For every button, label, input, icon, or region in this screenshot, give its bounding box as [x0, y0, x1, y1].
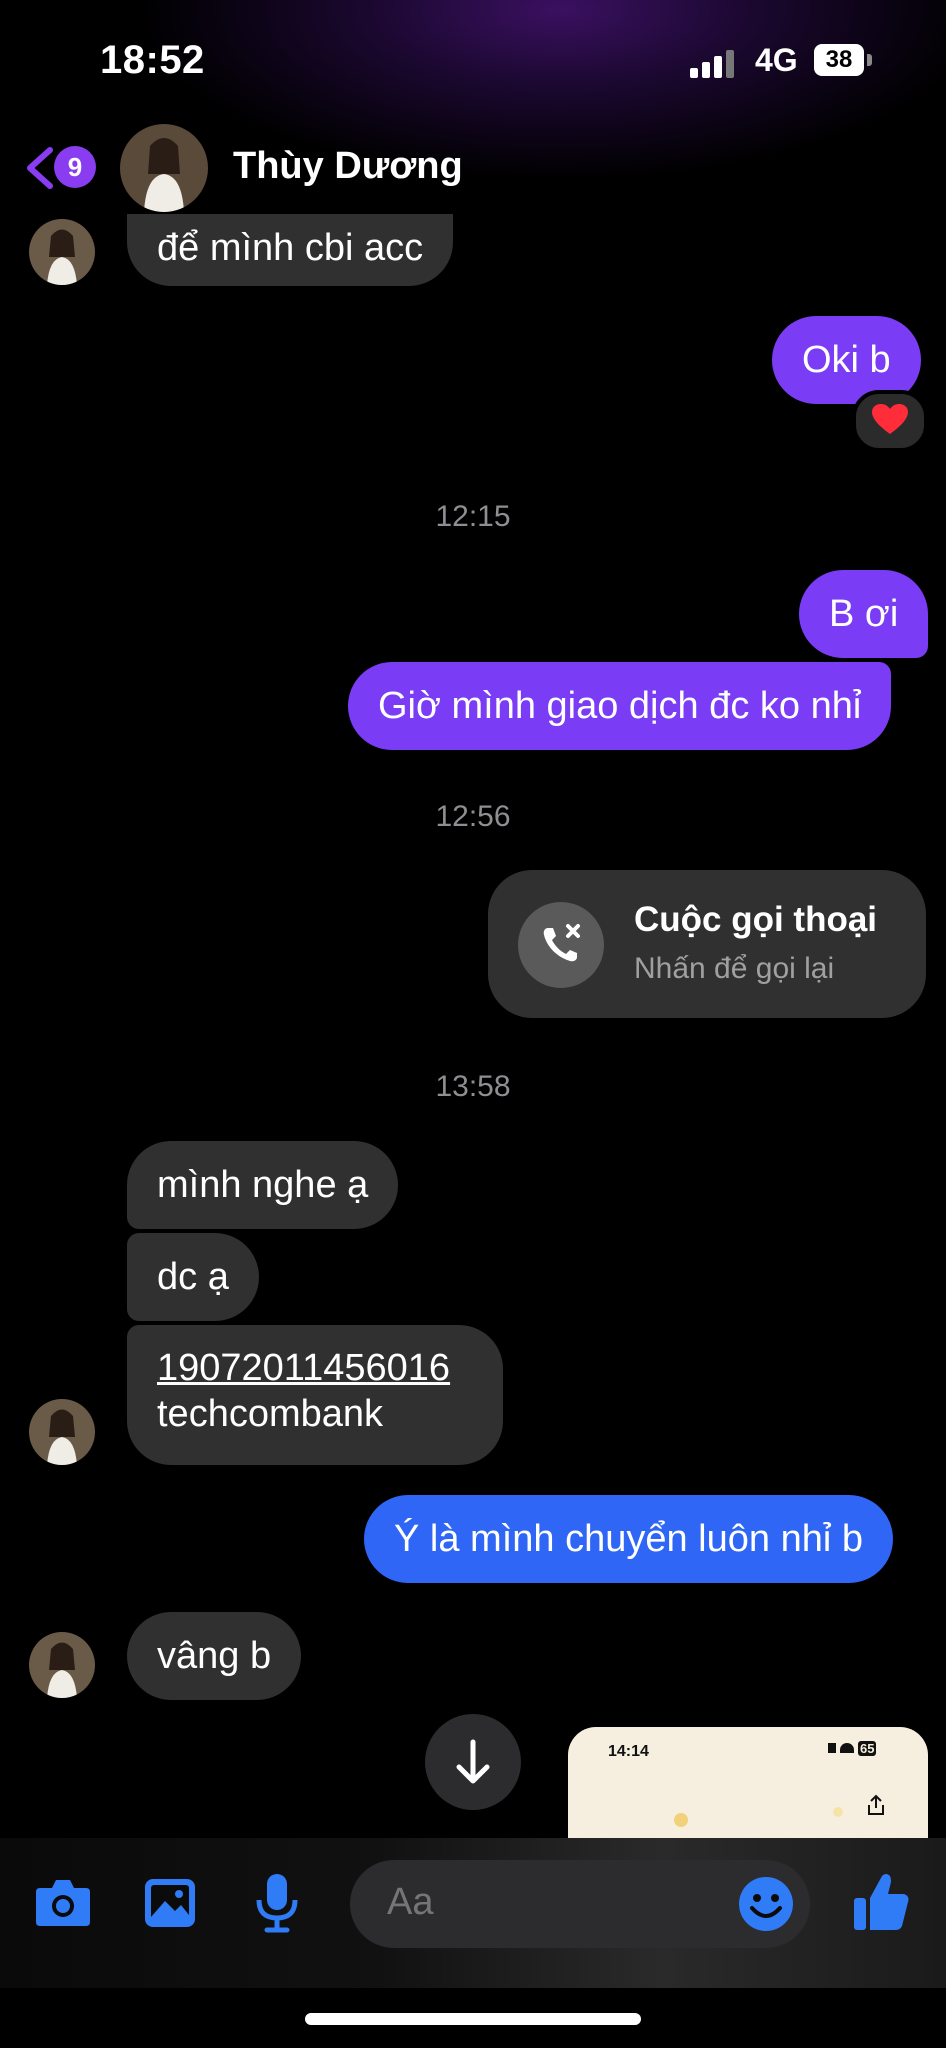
timestamp: 13:58 — [435, 1070, 511, 1103]
camera-icon[interactable] — [34, 1876, 92, 1928]
heart-reaction-icon[interactable] — [852, 390, 928, 452]
sender-avatar — [29, 219, 95, 285]
contact-avatar[interactable] — [120, 124, 208, 212]
call-title: Cuộc gọi thoại — [634, 900, 878, 939]
incoming-message[interactable]: để mình cbi acc — [127, 214, 454, 286]
contact-name[interactable]: Thùy Dương — [233, 145, 463, 188]
scroll-to-bottom-button[interactable] — [425, 1714, 521, 1810]
status-time: 18:52 — [100, 38, 205, 82]
battery-cap — [867, 54, 872, 66]
outgoing-message[interactable]: B ơi — [799, 570, 929, 658]
incoming-message[interactable]: vâng b — [127, 1612, 302, 1700]
arrow-down-icon — [456, 1739, 490, 1784]
incoming-message[interactable]: dc ạ — [127, 1233, 259, 1321]
sender-avatar — [29, 1632, 95, 1698]
missed-call-icon — [518, 902, 604, 988]
like-thumb-icon[interactable] — [852, 1870, 912, 1932]
home-indicator[interactable] — [305, 2013, 641, 2025]
preview-dot — [674, 1813, 688, 1827]
preview-status-icons: 65 — [828, 1741, 888, 1759]
sender-avatar — [29, 1399, 95, 1465]
signal-icon — [690, 48, 740, 78]
call-subtitle: Nhấn để gọi lại — [634, 952, 835, 985]
missed-call-card[interactable]: Cuộc gọi thoại Nhấn để gọi lại — [488, 870, 926, 1018]
outgoing-message[interactable]: Giờ mình giao dịch đc ko nhỉ — [348, 662, 892, 750]
message-input[interactable] — [385, 1880, 719, 1925]
incoming-message[interactable]: mình nghe ạ — [127, 1141, 399, 1229]
incoming-message[interactable]: 19072011456016 techcombank — [127, 1325, 503, 1465]
microphone-icon[interactable] — [255, 1872, 299, 1934]
preview-dot — [833, 1807, 843, 1817]
outgoing-message[interactable]: Ý là mình chuyển luôn nhỉ b — [364, 1495, 893, 1583]
bank-name: techcombank — [157, 1393, 384, 1435]
preview-time: 14:14 — [608, 1743, 649, 1760]
account-number-link[interactable]: 19072011456016 — [157, 1345, 473, 1391]
emoji-icon[interactable] — [738, 1876, 794, 1932]
timestamp: 12:56 — [435, 800, 511, 833]
unread-badge[interactable]: 9 — [54, 146, 96, 188]
timestamp: 12:15 — [435, 500, 511, 533]
battery-icon: 38 — [814, 44, 864, 76]
network-type: 4G — [755, 42, 798, 78]
gallery-icon[interactable] — [143, 1877, 197, 1929]
share-icon — [868, 1794, 884, 1815]
